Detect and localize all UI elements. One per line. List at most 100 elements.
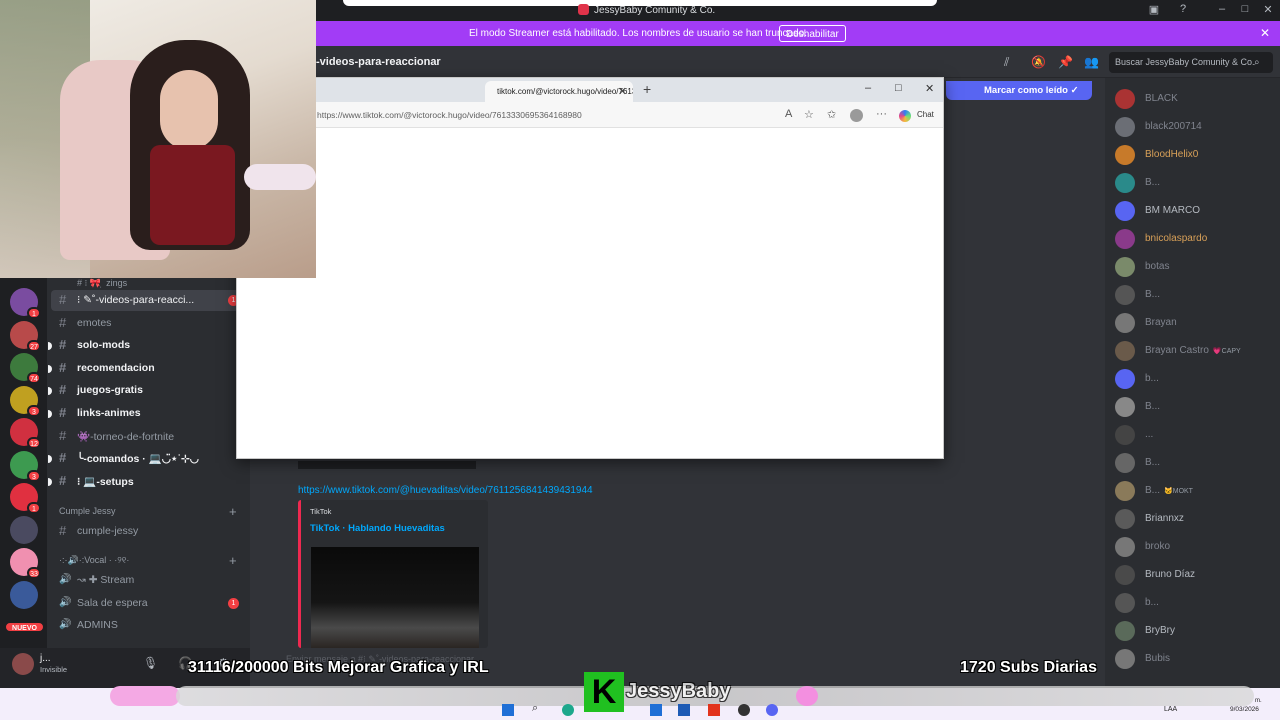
channel-item[interactable]: # cumple-jessy (51, 521, 243, 542)
clock-date[interactable]: 9/03/2026 (1230, 706, 1259, 713)
member-item[interactable]: BLACK (1115, 87, 1275, 111)
outlook-icon[interactable] (650, 704, 662, 716)
member-name: b... (1145, 373, 1159, 384)
voice-channel[interactable]: 🔊 ADMINS (51, 615, 243, 636)
hashtag-icon: # (59, 523, 67, 538)
add-channel-icon[interactable]: + (229, 504, 237, 519)
member-item[interactable]: botas (1115, 255, 1275, 279)
server-icon[interactable] (10, 580, 38, 609)
member-item[interactable]: Briannxz (1115, 507, 1275, 531)
server-icon[interactable]: 74 (10, 353, 41, 384)
channel-item[interactable]: # solo-mods (48, 335, 243, 356)
member-item[interactable]: B... (1115, 395, 1275, 419)
member-item[interactable]: black200714 (1115, 115, 1275, 139)
edge-icon[interactable] (562, 704, 574, 716)
read-aloud-icon[interactable]: A (785, 108, 792, 120)
close-window-icon[interactable]: ✕ (1260, 3, 1276, 17)
browser-content[interactable] (237, 129, 943, 458)
server-icon[interactable]: 3 (10, 385, 41, 417)
server-icon[interactable]: 3 (10, 450, 41, 482)
profile-icon[interactable] (850, 109, 863, 122)
close-tab-icon[interactable]: ✕ (618, 85, 627, 98)
member-name-text: Bruno Díaz (1145, 569, 1196, 580)
threads-icon[interactable]: ⫽ (1004, 55, 1018, 69)
member-item[interactable]: Bruno Díaz (1115, 563, 1275, 587)
browser-close-icon[interactable]: ✕ (925, 82, 934, 95)
favorite-star-icon[interactable]: ☆ (804, 108, 814, 121)
streamer-mode-message: El modo Streamer está habilitado. Los no… (469, 28, 807, 39)
more-icon[interactable]: ··· (876, 108, 887, 120)
notifications-icon[interactable]: 🔕 (1031, 55, 1046, 69)
pin-icon[interactable]: 📌 (1058, 55, 1073, 69)
unread-indicator (48, 387, 52, 396)
member-item[interactable]: B... (1115, 451, 1275, 475)
microphone (244, 164, 316, 190)
category-cumple[interactable]: Cumple Jessy + (59, 504, 237, 519)
server-icon[interactable]: 1 (10, 288, 41, 319)
language-indicator[interactable]: LAA (1164, 706, 1177, 713)
disable-streamer-button[interactable]: Deshabilitar (779, 25, 846, 42)
server-icon[interactable]: 33 (10, 548, 41, 579)
new-tab-icon[interactable]: + (643, 81, 651, 97)
help-icon[interactable]: ? (1175, 3, 1191, 17)
message-link[interactable]: https://www.tiktok.com/@huevaditas/video… (298, 485, 593, 496)
member-item[interactable]: ... (1115, 423, 1275, 447)
discord-icon[interactable] (766, 704, 778, 716)
member-item[interactable]: bnicolaspardo (1115, 227, 1275, 251)
member-item[interactable]: BM MARCO (1115, 199, 1275, 223)
browser-maximize-icon[interactable]: □ (895, 82, 902, 94)
obs-icon[interactable] (738, 704, 750, 716)
taskbar-search-icon[interactable]: ⌕ (532, 702, 538, 715)
category-vocal[interactable]: ·:·🔊·:Vocal · ·୨୧· + (59, 553, 237, 568)
channel-item[interactable]: # recomendacion (48, 358, 243, 379)
member-item[interactable]: b... (1115, 591, 1275, 615)
close-icon[interactable]: ✕ (1260, 26, 1270, 40)
member-item[interactable]: BryBry (1115, 619, 1275, 643)
minimize-icon[interactable]: – (1214, 3, 1230, 17)
members-icon[interactable]: 👥 (1084, 55, 1099, 69)
mark-read-button[interactable]: Marcar como leído ✓ (946, 81, 1092, 100)
url-field[interactable]: https://www.tiktok.com/@victorock.hugo/v… (317, 110, 582, 120)
channel-item[interactable]: # ⁝ ✎˚-videos-para-reacci... 1 (51, 290, 243, 311)
member-item[interactable]: B... (1115, 171, 1275, 195)
channel-item[interactable]: # juegos-gratis (48, 380, 243, 401)
member-item[interactable]: Brayan Castro 💗CAPY (1115, 339, 1275, 363)
speaker-icon: 🔊 (59, 574, 72, 585)
channel-item[interactable]: # emotes (51, 313, 243, 334)
brave-icon[interactable] (708, 704, 720, 716)
browser-minimize-icon[interactable]: – (865, 82, 871, 94)
embed-thumbnail[interactable] (311, 547, 479, 648)
search-input[interactable]: Buscar JessyBaby Comunity & Co. (1109, 52, 1273, 73)
server-badge: NUEVO (4, 621, 45, 633)
server-icon[interactable]: 1 (10, 483, 41, 514)
channel-item[interactable]: # 👾-torneo-de-fortnite (51, 426, 243, 447)
add-channel-icon[interactable]: + (229, 553, 237, 568)
store-icon[interactable] (678, 704, 690, 716)
maximize-icon[interactable]: □ (1237, 3, 1253, 17)
server-icon[interactable]: 12 (10, 418, 41, 449)
windows-start-icon[interactable] (502, 704, 514, 716)
channel-label: 👾-torneo-de-fortnite (77, 430, 175, 443)
server-icon[interactable]: NUEVO (4, 613, 45, 641)
chat-label[interactable]: Chat (917, 110, 934, 119)
channel-item[interactable]: # ╰-comandos · 💻◡̈⋆˙⊹◡ (48, 448, 243, 469)
voice-channel[interactable]: 🔊 Sala de espera 1 (51, 593, 243, 614)
member-name-text: Brayan Castro (1145, 345, 1209, 356)
channel-item[interactable]: # ⁝ 💻-setups (48, 471, 243, 492)
member-item[interactable]: B... (1115, 283, 1275, 307)
member-item[interactable]: broko (1115, 535, 1275, 559)
server-icon[interactable]: 27 (10, 320, 41, 352)
member-item[interactable]: BloodHelix0 (1115, 143, 1275, 167)
browser-tab[interactable]: tiktok.com/@victorock.hugo/video/7613330… (485, 81, 633, 102)
member-item[interactable]: b... (1115, 367, 1275, 391)
member-avatar (1115, 117, 1135, 137)
server-icon[interactable] (10, 515, 38, 544)
voice-channel[interactable]: 🔊 ↝ ✚ Stream (51, 570, 243, 591)
inbox-icon[interactable]: ▣ (1146, 3, 1162, 17)
channel-item[interactable]: # links-animes (48, 403, 243, 424)
copilot-icon[interactable] (899, 110, 911, 122)
embed-title[interactable]: TikTok · Hablando Huevaditas (310, 523, 445, 534)
member-item[interactable]: Brayan (1115, 311, 1275, 335)
favorites-icon[interactable]: ✩ (827, 108, 836, 121)
member-item[interactable]: B... 🐱MOKT (1115, 479, 1275, 503)
